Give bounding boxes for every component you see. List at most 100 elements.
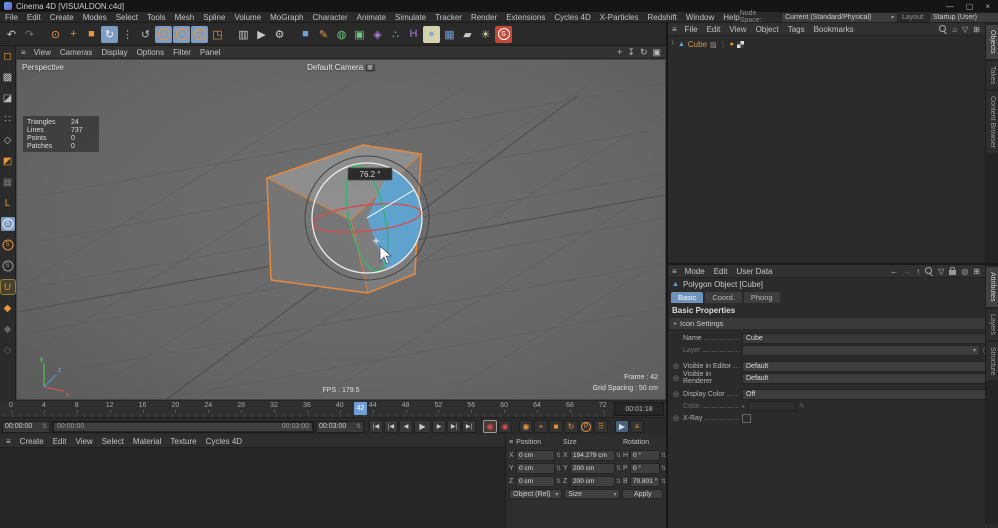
size-y-input[interactable]: 200 cm <box>570 462 615 474</box>
menu-item[interactable]: Edit <box>27 13 41 22</box>
object-menu-item[interactable]: Tags <box>788 25 805 34</box>
live-selection-icon[interactable]: ⊙ <box>47 26 64 43</box>
filter-icon[interactable]: ▽ <box>938 267 944 276</box>
range-thumb[interactable]: 00:00:00 00:03:00 <box>54 422 312 431</box>
field-icon[interactable]: ● <box>423 25 440 43</box>
search-icon[interactable] <box>925 267 933 275</box>
lock-x-icon[interactable]: X <box>155 25 172 43</box>
timeline-tick[interactable]: 16 <box>136 402 150 413</box>
parent-object-icon[interactable]: ↑ <box>916 267 920 276</box>
timeline-timecode[interactable]: 00:01:18 <box>614 402 664 416</box>
record-keyframe-button[interactable]: ◉ <box>483 420 497 433</box>
object-menu-item[interactable]: Object <box>756 25 779 34</box>
spinner-arrows-icon[interactable]: ⇅ <box>616 452 621 459</box>
position-y-input[interactable]: 0 cm <box>516 462 555 474</box>
viewport[interactable]: ≡ View Cameras Display Options Filter Panel +… <box>16 46 666 401</box>
layout-select[interactable]: Startup (User) ▾ <box>928 11 998 23</box>
timeline-range-slider[interactable]: 00:00:00 00:03:00 <box>52 420 314 433</box>
track-selection-icon[interactable]: ◎ <box>961 267 968 276</box>
home-icon[interactable]: ⌂ <box>952 25 957 34</box>
attribute-tab[interactable]: Basic <box>671 292 704 303</box>
snap-icon[interactable]: S <box>0 217 15 231</box>
rotate-icon[interactable]: ↻ <box>101 25 118 43</box>
viewport-menu-item[interactable]: Options <box>137 48 165 57</box>
range-start-spinner[interactable]: 00:00:00 ⇅ <box>2 420 50 433</box>
visibility-dots-icon[interactable]: ⋮ <box>720 41 727 49</box>
timeline-tick[interactable]: 0 <box>4 402 18 413</box>
timeline-tick[interactable]: 56 <box>464 402 478 413</box>
position-z-input[interactable]: 0 cm <box>516 475 555 487</box>
spinner-arrows-icon[interactable]: ⇅ <box>556 478 561 485</box>
viewport-menu-item[interactable]: Cameras <box>60 48 92 57</box>
apply-button[interactable]: Apply <box>622 489 663 499</box>
key-scale-button[interactable]: ■ <box>549 420 563 433</box>
spinner-arrows-icon[interactable]: ⇅ <box>42 423 47 430</box>
xray-checkbox[interactable] <box>742 413 751 423</box>
cube-primitive-icon[interactable]: ■ <box>297 26 314 43</box>
attribute-menu-item[interactable]: Mode <box>685 267 705 276</box>
move-icon[interactable]: + <box>65 26 82 43</box>
display-tag-icon[interactable]: ▨ <box>710 41 717 49</box>
viewport-menu-item[interactable]: Filter <box>173 48 191 57</box>
visible-renderer-select[interactable]: Default ▾ <box>742 372 994 384</box>
menu-item[interactable]: MoGraph <box>270 13 303 22</box>
timeline-playhead[interactable]: 42 <box>354 402 367 415</box>
object-menu-item[interactable]: File <box>685 25 698 34</box>
undo-icon[interactable]: ↶ <box>3 26 20 43</box>
filter-icon[interactable]: ▽ <box>962 25 968 34</box>
timeline-tick[interactable]: 28 <box>234 402 248 413</box>
toolbar-icon[interactable] <box>39 26 46 43</box>
object-menu-item[interactable]: View <box>729 25 746 34</box>
viewport-canvas[interactable]: 76.2 ° y x z Perspective Default Camera … <box>16 59 666 400</box>
substance-icon[interactable]: S <box>495 25 512 43</box>
record-button[interactable] <box>513 420 518 433</box>
size-mode-select[interactable]: Size ▾ <box>564 489 621 499</box>
hair-icon[interactable]: H <box>405 26 422 43</box>
timeline-tick[interactable]: 4 <box>37 402 51 413</box>
lock-z-icon[interactable]: Z <box>191 25 208 43</box>
timeline-tick[interactable]: 32 <box>267 402 281 413</box>
key-pla-button[interactable]: ⠿ <box>594 420 608 433</box>
workplane-icon[interactable]: ◆ <box>1 301 15 315</box>
tweak-mode-icon[interactable]: ▦ <box>1 175 15 189</box>
enabled-dot-icon[interactable]: ● <box>730 41 734 48</box>
menu-item[interactable]: Animate <box>357 13 386 22</box>
view-label[interactable]: Perspective <box>22 63 64 72</box>
prev-frame-button[interactable]: ◀ <box>399 420 413 433</box>
attribute-menu-icon[interactable]: ≡ <box>672 267 677 276</box>
material-menu-item[interactable]: Material <box>133 437 161 446</box>
orbit-view-icon[interactable]: ↻ <box>640 47 648 58</box>
menu-item[interactable]: Volume <box>234 13 261 22</box>
timeline-options-button[interactable]: ≡ <box>630 420 644 433</box>
model-mode-icon[interactable]: ▩ <box>1 70 15 84</box>
rotate-mini-icon[interactable]: ↺ <box>137 26 154 43</box>
playback-mode-button[interactable]: ▶ <box>615 420 629 433</box>
menu-item[interactable]: Window <box>686 13 714 22</box>
coord-mode-select[interactable]: Object (Rel) ▾ <box>509 489 563 499</box>
menu-item[interactable]: Mesh <box>175 13 195 22</box>
coords-menu-icon[interactable]: ≡ <box>509 439 513 446</box>
menu-item[interactable]: Create <box>50 13 74 22</box>
timeline-tick[interactable]: 36 <box>300 402 314 413</box>
toggle-panel-icon[interactable]: ▣ <box>652 47 661 58</box>
history-forward-icon[interactable]: → <box>903 267 911 276</box>
goto-start-button[interactable]: |◀ <box>369 420 383 433</box>
key-rotation-button[interactable]: ↻ <box>564 420 578 433</box>
timeline-tick[interactable]: 20 <box>168 402 182 413</box>
position-x-input[interactable]: 0 cm <box>516 449 555 461</box>
render-view-icon[interactable]: ▥ <box>235 26 252 43</box>
rotation-h-input[interactable]: 0 ° <box>630 449 660 461</box>
viewport-menu-icon[interactable]: ≡ <box>21 48 26 57</box>
rotation-p-input[interactable]: 0 ° <box>630 462 660 474</box>
prev-key-button[interactable]: |◀ <box>384 420 398 433</box>
object-row-cube[interactable]: └ ▲ Cube ▨ ⋮ ● <box>670 39 996 50</box>
attribute-menu-item[interactable]: Edit <box>714 267 728 276</box>
anim-dot-icon[interactable]: ◎ <box>672 374 680 382</box>
panel-tab[interactable]: Content Browser <box>986 91 998 154</box>
phong-tag-icon[interactable] <box>736 41 744 48</box>
polygon-mode-icon[interactable]: ◩ <box>1 154 15 168</box>
edge-mode-icon[interactable]: ◇ <box>1 133 15 147</box>
menu-item[interactable]: Select <box>116 13 138 22</box>
anim-dot-icon[interactable]: ◎ <box>672 414 680 422</box>
toolbar-icon[interactable] <box>289 26 296 43</box>
